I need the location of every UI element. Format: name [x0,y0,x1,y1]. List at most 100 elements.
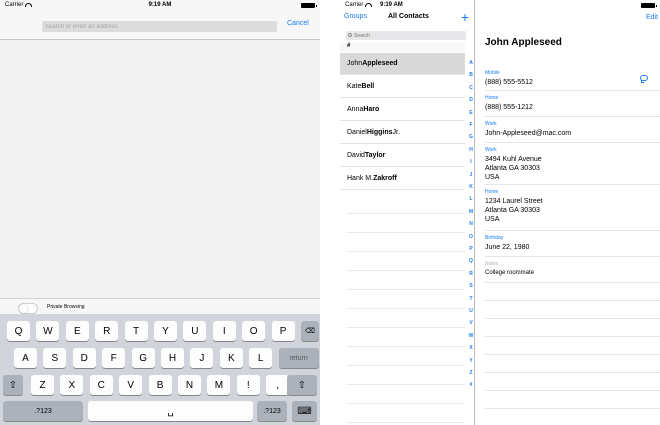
return-key[interactable]: return [278,348,319,368]
status-bar: Carrier 9:19 AM [340,0,475,10]
private-browsing-label: Private Browsing [47,304,85,310]
search-icon [348,33,352,37]
edit-button[interactable]: Edit [646,14,658,21]
field-separator [485,300,660,301]
empty-row-divider [347,213,465,214]
field-separator [485,90,660,91]
key-exclamation[interactable]: ! [236,375,260,395]
field-label: Mobile [485,70,500,76]
contact-row[interactable]: Hank M. Zakroff [340,168,465,190]
numbers-key-left[interactable]: .?123 [3,401,83,421]
status-time: 9:19 AM [148,2,172,8]
key-c[interactable]: C [89,375,113,395]
key-t[interactable]: T [124,321,148,341]
status-time: 9:19 AM [380,2,403,8]
contact-first-name: Kate [347,83,362,90]
key-i[interactable]: I [212,321,236,341]
field-value[interactable]: John-Appleseed@mac.com [485,129,571,138]
cancel-button[interactable]: Cancel [287,20,309,27]
empty-row-divider [347,346,465,347]
key-p[interactable]: P [271,321,295,341]
key-n[interactable]: N [178,375,201,395]
field-separator [485,408,660,409]
key-w[interactable]: W [36,321,60,341]
empty-row-divider [347,270,465,271]
contact-last-name: Haro [363,106,380,113]
key-s[interactable]: S [43,348,67,368]
key-a[interactable]: A [14,348,37,368]
key-v[interactable]: V [119,375,143,395]
private-browsing-bar: Private Browsing [0,298,320,314]
key-q[interactable]: Q [7,321,30,341]
contact-row[interactable]: David Taylor [340,145,465,167]
field-separator [485,142,660,143]
empty-row-divider [347,384,465,385]
contact-first-name: Anna [347,106,364,113]
key-d[interactable]: D [72,348,96,368]
key-y[interactable]: Y [154,321,177,341]
field-value[interactable]: (888) 555-1212 [485,103,533,112]
shift-key-left[interactable]: ⇧ [3,375,23,395]
field-separator [485,318,660,319]
key-comma[interactable]: , [266,375,290,395]
contact-first-name: John [347,60,363,67]
field-separator [485,184,660,185]
field-value[interactable]: (888) 555-5512 [485,78,533,87]
field-value[interactable]: 1234 Laurel Street Atlanta GA 30303 USA [485,197,543,224]
key-k[interactable]: K [219,348,243,368]
empty-row-divider [347,232,465,233]
empty-row-divider [347,403,465,404]
key-h[interactable]: H [161,348,184,368]
key-e[interactable]: E [65,321,89,341]
key-r[interactable]: R [95,321,119,341]
field-separator [485,372,660,373]
battery-icon [301,2,317,8]
contact-last-name: Bell [361,83,375,90]
hide-keyboard-key[interactable]: ⌨ [292,401,317,421]
key-b[interactable]: B [148,375,172,395]
field-value[interactable]: College roommate [485,269,534,278]
contact-last-name: Higgins [366,129,393,136]
field-label: Notes [485,261,499,267]
key-u[interactable]: U [183,321,207,341]
add-contact-button[interactable]: + [461,9,469,25]
private-browsing-toggle[interactable] [18,303,38,314]
contact-last-name: Taylor [364,152,386,159]
key-f[interactable]: F [102,348,126,368]
address-input[interactable] [42,21,277,32]
key-x[interactable]: X [60,375,84,395]
contact-row[interactable]: John Appleseed [340,53,465,75]
contact-name: John Appleseed [485,37,562,48]
contact-suffix: Jr. [392,129,400,136]
contact-detail-panel: Edit John Appleseed Mobile (888) 555-5512… [475,0,660,425]
delete-key[interactable]: ⌫ [301,321,319,341]
search-input[interactable] [346,31,466,40]
key-m[interactable]: M [207,375,231,395]
field-separator [485,354,660,355]
groups-button[interactable]: Groups [344,13,367,20]
field-separator [485,390,660,391]
key-o[interactable]: O [242,321,266,341]
numbers-key-right[interactable]: .?123 [257,401,287,421]
space-key[interactable]: ␣ [88,401,253,421]
shift-key-right[interactable]: ⇧ [287,375,317,395]
key-l[interactable]: L [249,348,273,368]
section-header: # [340,43,465,52]
field-separator [485,256,660,257]
contact-row[interactable]: Kate Bell [340,76,465,98]
battery-icon [641,2,657,8]
contact-first-name: David [347,152,365,159]
field-value[interactable]: 3494 Kuhl Avenue Atlanta GA 30303 USA [485,155,542,182]
wifi-icon [365,3,373,7]
contact-row[interactable]: Anna Haro [340,99,465,121]
message-icon[interactable] [640,75,648,83]
field-value[interactable]: June 22, 1980 [485,243,529,252]
key-z[interactable]: Z [31,375,54,395]
carrier-label: Carrier [345,2,364,8]
empty-row-divider [347,365,465,366]
contact-row[interactable]: Daniel Higgins Jr. [340,122,465,144]
empty-row-divider [347,289,465,290]
key-j[interactable]: J [190,348,214,368]
field-label: Work [485,121,497,127]
key-g[interactable]: G [131,348,155,368]
